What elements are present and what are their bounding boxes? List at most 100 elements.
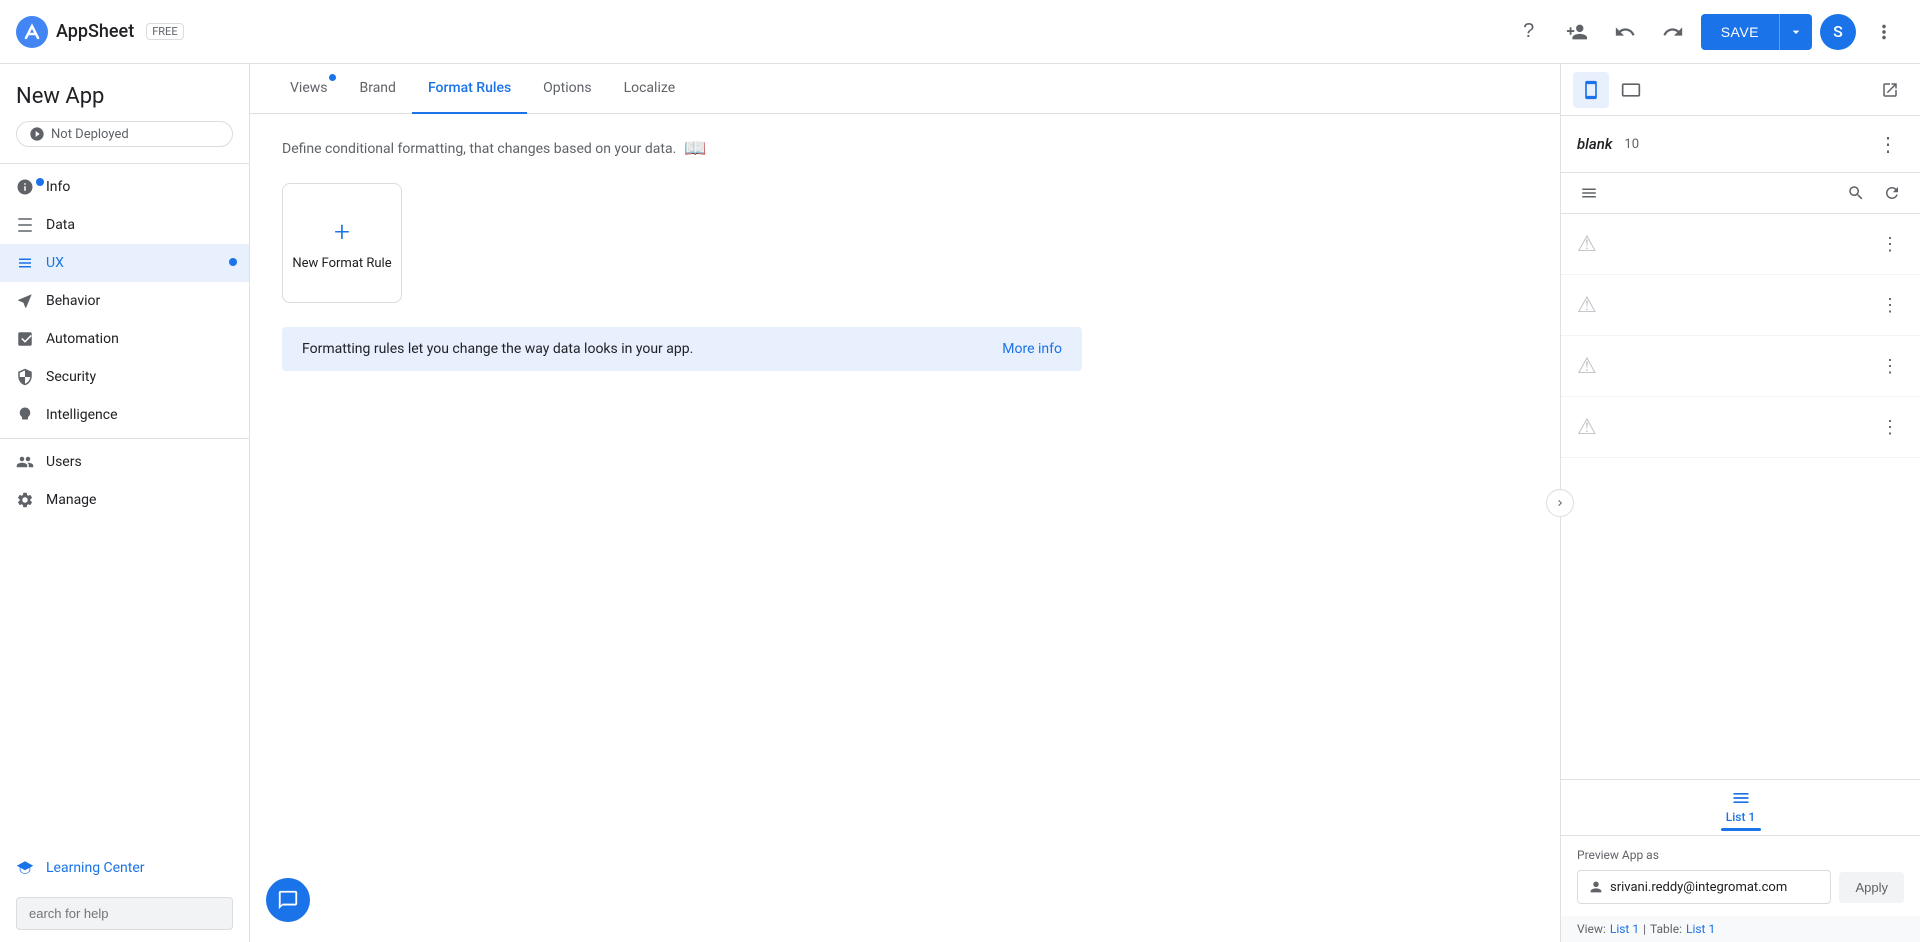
deploy-badge[interactable]: Not Deployed <box>16 121 233 147</box>
security-icon <box>16 368 34 386</box>
preview-email-display: srivani.reddy@integromat.com <box>1577 870 1831 904</box>
new-format-rule-label: New Format Rule <box>292 256 391 271</box>
list-nav-icon <box>1731 788 1751 808</box>
search-help-input[interactable] <box>16 897 233 930</box>
right-preview-panel: blank 10 ⋮ <box>1560 64 1920 942</box>
ux-icon <box>16 254 34 272</box>
preview-header-more-button[interactable]: ⋮ <box>1872 128 1904 160</box>
tab-brand[interactable]: Brand <box>344 64 412 114</box>
description-text: Define conditional formatting, that chan… <box>282 141 676 157</box>
preview-app-as-input-row: srivani.reddy@integromat.com Apply <box>1577 870 1904 904</box>
mobile-view-button[interactable] <box>1573 72 1609 108</box>
preview-bottom-nav: List 1 <box>1561 779 1920 835</box>
save-button-group: SAVE <box>1701 14 1812 50</box>
warning-icon-4: ⚠ <box>1577 415 1597 440</box>
chat-fab-button[interactable] <box>266 878 310 922</box>
sidebar-item-data-label: Data <box>46 217 75 233</box>
content-wrapper: Views Brand Format Rules Options Localiz… <box>250 64 1920 942</box>
user-circle-icon <box>1588 879 1604 895</box>
sidebar-item-intelligence[interactable]: Intelligence <box>0 396 249 434</box>
views-tab-dot <box>329 74 336 81</box>
tab-format-rules[interactable]: Format Rules <box>412 64 527 114</box>
list-item-more-button-1[interactable]: ⋮ <box>1876 230 1904 258</box>
content-area: Views Brand Format Rules Options Localiz… <box>250 64 1560 942</box>
sidebar-item-security[interactable]: Security <box>0 358 249 396</box>
tab-options[interactable]: Options <box>527 64 607 114</box>
plus-icon: + <box>334 215 350 248</box>
learning-center-item[interactable]: Learning Center <box>0 847 249 889</box>
deploy-icon <box>29 126 45 142</box>
apply-button[interactable]: Apply <box>1839 872 1904 903</box>
sidebar-item-behavior-label: Behavior <box>46 293 100 309</box>
free-badge: FREE <box>146 23 183 40</box>
save-dropdown-button[interactable] <box>1779 14 1812 50</box>
sidebar-divider-2 <box>0 438 249 439</box>
save-button[interactable]: SAVE <box>1701 14 1779 50</box>
main-layout: New App Not Deployed Info Data UX Behavi… <box>0 64 1920 942</box>
info-dot-indicator <box>36 178 44 186</box>
user-avatar[interactable]: S <box>1820 14 1856 50</box>
footer-view-label: View: <box>1577 922 1606 936</box>
preview-app-as-label: Preview App as <box>1577 848 1904 862</box>
preview-refresh-button[interactable] <box>1876 177 1908 209</box>
deploy-badge-label: Not Deployed <box>51 127 129 142</box>
sidebar-item-intelligence-label: Intelligence <box>46 407 118 423</box>
appsheet-logo-icon <box>16 16 48 48</box>
list-item-more-button-4[interactable]: ⋮ <box>1876 413 1904 441</box>
tablet-view-button[interactable] <box>1613 72 1649 108</box>
tab-localize[interactable]: Localize <box>608 64 692 114</box>
more-options-button[interactable] <box>1864 12 1904 52</box>
info-box: Formatting rules let you change the way … <box>282 327 1082 371</box>
sidebar-spacer <box>0 519 249 847</box>
right-panel-top <box>1561 64 1920 116</box>
undo-button[interactable] <box>1605 12 1645 52</box>
manage-icon <box>16 491 34 509</box>
description-row: Define conditional formatting, that chan… <box>282 138 1528 159</box>
info-icon <box>16 178 34 196</box>
info-box-text: Formatting rules let you change the way … <box>302 341 693 357</box>
list-item: ⚠ ⋮ <box>1561 275 1920 336</box>
more-info-link[interactable]: More info <box>1002 341 1062 357</box>
help-button[interactable]: ? <box>1509 12 1549 52</box>
sidebar-item-ux-label: UX <box>46 255 64 271</box>
automation-icon <box>16 330 34 348</box>
sidebar-item-automation[interactable]: Automation <box>0 320 249 358</box>
list-item: ⚠ ⋮ <box>1561 397 1920 458</box>
open-external-button[interactable] <box>1872 72 1908 108</box>
left-sidebar: New App Not Deployed Info Data UX Behavi… <box>0 64 250 942</box>
footer-table-link[interactable]: List 1 <box>1686 922 1715 936</box>
sidebar-item-behavior[interactable]: Behavior <box>0 282 249 320</box>
app-name: AppSheet <box>56 21 134 42</box>
sidebar-item-data[interactable]: Data <box>0 206 249 244</box>
sidebar-item-users-label: Users <box>46 454 82 470</box>
list-item-more-button-3[interactable]: ⋮ <box>1876 352 1904 380</box>
redo-button[interactable] <box>1653 12 1693 52</box>
preview-search-button[interactable] <box>1840 177 1872 209</box>
footer-view-link[interactable]: List 1 <box>1610 922 1639 936</box>
warning-icon-2: ⚠ <box>1577 293 1597 318</box>
list-item: ⚠ ⋮ <box>1561 336 1920 397</box>
preview-toolbar <box>1561 173 1920 214</box>
preview-nav-list1[interactable]: List 1 <box>1721 788 1761 831</box>
sidebar-item-security-label: Security <box>46 369 96 385</box>
collapse-preview-button[interactable] <box>1546 489 1574 517</box>
add-user-button[interactable] <box>1557 12 1597 52</box>
preview-list: ⚠ ⋮ ⚠ ⋮ ⚠ ⋮ ⚠ ⋮ <box>1561 214 1920 779</box>
tab-views[interactable]: Views <box>274 64 344 114</box>
sidebar-item-users[interactable]: Users <box>0 443 249 481</box>
sidebar-item-ux[interactable]: UX <box>0 244 249 282</box>
search-help-container <box>0 889 249 942</box>
new-format-rule-card[interactable]: + New Format Rule <box>282 183 402 303</box>
list-item-more-button-2[interactable]: ⋮ <box>1876 291 1904 319</box>
warning-icon-3: ⚠ <box>1577 354 1597 379</box>
footer-table-label: Table: <box>1650 922 1682 936</box>
ux-dot-indicator <box>229 258 237 266</box>
footer-sep: | <box>1643 922 1646 936</box>
sidebar-item-manage[interactable]: Manage <box>0 481 249 519</box>
preview-menu-button[interactable] <box>1573 177 1605 209</box>
warning-icon-1: ⚠ <box>1577 232 1597 257</box>
preview-title: blank <box>1577 135 1612 153</box>
top-nav: AppSheet FREE ? SAVE S <box>0 0 1920 64</box>
preview-footer-info: View: List 1 | Table: List 1 <box>1561 916 1920 942</box>
sidebar-item-info[interactable]: Info <box>0 168 249 206</box>
